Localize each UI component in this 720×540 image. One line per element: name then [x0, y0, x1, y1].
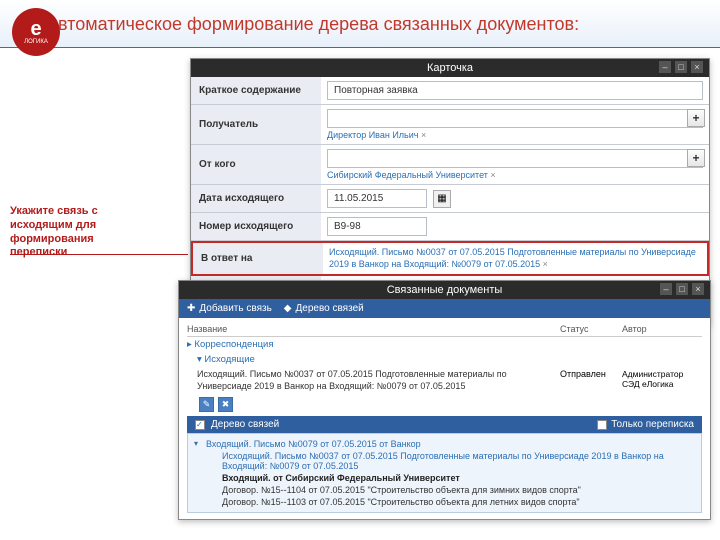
outdate-input[interactable] [327, 189, 427, 208]
tree-item[interactable]: Исходящий. Письмо №0037 от 07.05.2015 По… [194, 450, 695, 472]
add-from-button[interactable]: + [687, 149, 705, 167]
logo: е ЛОГИКА [12, 8, 60, 56]
label-summary: Краткое содержание [191, 77, 321, 104]
table-row[interactable]: Исходящий. Письмо №0037 от 07.05.2015 По… [187, 367, 702, 394]
tree-button[interactable]: ◆ Дерево связей [284, 303, 364, 314]
delete-icon[interactable]: ✖ [218, 397, 233, 412]
add-link-button[interactable]: ✚ Добавить связь [187, 303, 272, 314]
minimize-icon[interactable]: – [660, 283, 672, 295]
page-title: втоматическое формирование дерева связан… [58, 14, 579, 35]
collapse-icon[interactable]: ▾ [194, 439, 198, 448]
label-outnum: Номер исходящего [191, 213, 321, 240]
tree-item[interactable]: Договор. №15--1103 от 07.05.2015 "Строит… [194, 496, 695, 508]
maximize-icon[interactable]: □ [676, 283, 688, 295]
annotation-text: Укажите связь с исходящим для формирован… [10, 205, 150, 260]
related-toolbar: ✚ Добавить связь ◆ Дерево связей [179, 299, 710, 318]
tree-checkbox[interactable] [195, 420, 205, 430]
minimize-icon[interactable]: – [659, 61, 671, 73]
label-from: От кого [191, 145, 321, 184]
summary-input[interactable] [327, 81, 703, 100]
tree-item[interactable]: Договор. №15--1104 от 07.05.2015 "Строит… [194, 484, 695, 496]
logo-sub: ЛОГИКА [24, 39, 48, 45]
related-window-title: Связанные документы – □ × [179, 281, 710, 299]
reply-chip[interactable]: Исходящий. Письмо №0037 от 07.05.2015 По… [329, 247, 701, 270]
label-recipient: Получатель [191, 105, 321, 144]
calendar-icon[interactable]: ▦ [433, 190, 451, 208]
tree-section-header: Дерево связей Только переписка [187, 416, 702, 433]
top-banner: е ЛОГИКА втоматическое формирование дере… [0, 0, 720, 48]
table-header: Название Статус Автор [187, 324, 702, 337]
recipient-input[interactable] [327, 109, 703, 128]
tree-panel: ▾Входящий. Письмо №0079 от 07.05.2015 от… [187, 433, 702, 513]
tree-item[interactable]: ▾Входящий. Письмо №0079 от 07.05.2015 от… [194, 438, 695, 450]
close-icon[interactable]: × [691, 61, 703, 73]
add-recipient-button[interactable]: + [687, 109, 705, 127]
annotation-line [10, 254, 188, 255]
only-thread-checkbox[interactable] [597, 420, 607, 430]
label-outdate: Дата исходящего [191, 185, 321, 212]
category-korrespondencia[interactable]: ▸ Корреспонденция [187, 339, 273, 350]
maximize-icon[interactable]: □ [675, 61, 687, 73]
edit-icon[interactable]: ✎ [199, 397, 214, 412]
outnum-input[interactable] [327, 217, 427, 236]
from-input[interactable] [327, 149, 703, 168]
label-reply: В ответ на [193, 243, 323, 274]
card-window-title: Карточка – □ × [191, 59, 709, 77]
close-icon[interactable]: × [692, 283, 704, 295]
from-chip[interactable]: Сибирский Федеральный Университет [327, 170, 703, 180]
recipient-chip[interactable]: Директор Иван Ильич [327, 130, 703, 140]
related-window: Связанные документы – □ × ✚ Добавить свя… [178, 280, 711, 520]
logo-letter: е [30, 19, 41, 39]
tree-item[interactable]: Входящий. от Сибирский Федеральный Униве… [194, 472, 695, 484]
category-outgoing[interactable]: ▾ Исходящие [197, 354, 255, 365]
